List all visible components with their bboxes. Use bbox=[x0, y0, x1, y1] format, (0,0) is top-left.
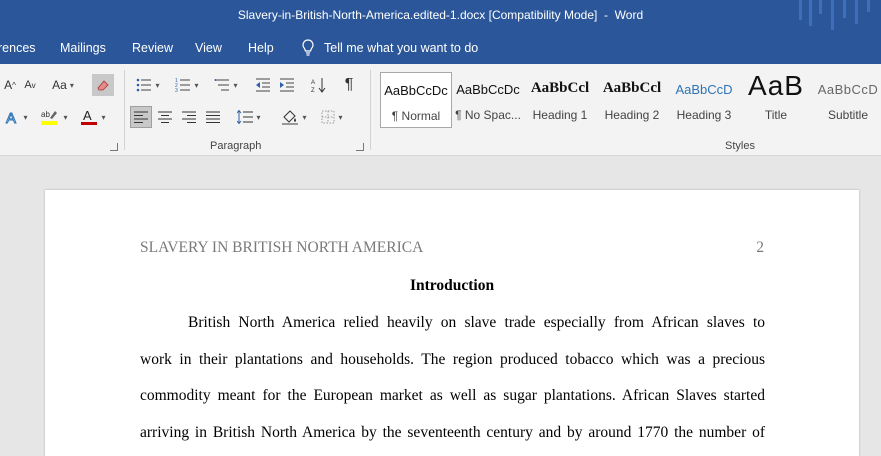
align-left-icon bbox=[134, 111, 148, 123]
page-number: 2 bbox=[756, 239, 764, 256]
decrease-indent-icon bbox=[256, 78, 270, 92]
borders-button[interactable]: ▾ bbox=[316, 106, 348, 128]
increase-indent-button[interactable] bbox=[276, 74, 298, 96]
tab-help[interactable]: Help bbox=[248, 41, 274, 55]
group-separator bbox=[124, 70, 125, 150]
paragraph-dialog-launcher[interactable] bbox=[356, 143, 364, 151]
multilevel-list-icon bbox=[214, 79, 230, 91]
title-bar: Slavery-in-British-North-America.edited-… bbox=[0, 0, 881, 32]
line-spacing-icon bbox=[237, 110, 254, 124]
lightbulb-icon bbox=[302, 39, 314, 57]
style-heading-3[interactable]: AaBbCcD Heading 3 bbox=[668, 72, 740, 128]
decrease-indent-button[interactable] bbox=[252, 74, 274, 96]
svg-text:3: 3 bbox=[175, 88, 178, 92]
tell-me-search[interactable]: Tell me what you want to do bbox=[302, 39, 478, 57]
sort-button[interactable]: AZ bbox=[308, 74, 330, 96]
shading-button[interactable]: ▾ bbox=[278, 106, 310, 128]
tab-view[interactable]: View bbox=[195, 41, 222, 55]
group-separator bbox=[370, 70, 371, 150]
text-effects-button[interactable]: A ▾ bbox=[0, 106, 32, 128]
numbering-button[interactable]: 1 2 3 ▾ bbox=[170, 74, 204, 96]
bullet-list-icon bbox=[137, 78, 152, 92]
align-center-button[interactable] bbox=[154, 106, 176, 128]
style-title[interactable]: AaB Title bbox=[740, 70, 812, 128]
pilcrow-icon: ¶ bbox=[344, 76, 354, 93]
window-title: Slavery-in-British-North-America.edited-… bbox=[237, 8, 644, 22]
body-text-line: commodity meant for the European market … bbox=[140, 387, 765, 404]
line-spacing-button[interactable]: ▾ bbox=[232, 106, 266, 128]
grow-font-button[interactable]: A ^ bbox=[0, 74, 20, 96]
show-formatting-marks-button[interactable]: ¶ bbox=[338, 74, 360, 96]
style-subtitle[interactable]: AaBbCcD Subtitle bbox=[812, 72, 881, 128]
style-heading-2[interactable]: AaBbCcl Heading 2 bbox=[596, 72, 668, 128]
bullets-button[interactable]: ▾ bbox=[132, 74, 164, 96]
tab-references[interactable]: rences bbox=[0, 41, 36, 55]
style-heading-1[interactable]: AaBbCcl Heading 1 bbox=[524, 72, 596, 128]
tell-me-text: Tell me what you want to do bbox=[324, 41, 479, 55]
font-color-button[interactable]: A ▾ bbox=[76, 106, 110, 128]
increase-indent-icon bbox=[280, 78, 294, 92]
font-color-icon: A bbox=[81, 108, 98, 125]
ribbon-tabs: rences Mailings Review View Help Tell me… bbox=[0, 32, 881, 64]
justify-icon bbox=[206, 111, 220, 123]
borders-icon bbox=[321, 110, 335, 124]
section-heading: Introduction bbox=[409, 277, 495, 294]
svg-text:A: A bbox=[6, 110, 16, 125]
tab-review[interactable]: Review bbox=[132, 41, 173, 55]
title-bar-pattern bbox=[791, 0, 881, 32]
numbered-list-icon: 123 bbox=[175, 78, 191, 92]
sort-icon: AZ bbox=[311, 78, 326, 93]
multilevel-list-button[interactable]: ▾ bbox=[210, 74, 242, 96]
font-dialog-launcher[interactable] bbox=[110, 143, 118, 151]
highlighter-icon: ab bbox=[41, 110, 58, 125]
svg-text:ab: ab bbox=[41, 110, 50, 119]
paragraph-group-label: Paragraph bbox=[210, 140, 262, 152]
align-right-button[interactable] bbox=[178, 106, 200, 128]
style-no-spacing[interactable]: AaBbCcDc ¶ No Spac... bbox=[452, 72, 524, 128]
clear-formatting-button[interactable] bbox=[92, 74, 114, 96]
body-text-line: work in their plantations and households… bbox=[140, 351, 765, 368]
align-left-button[interactable] bbox=[130, 106, 152, 128]
shrink-font-button[interactable]: Av bbox=[20, 74, 40, 96]
eraser-icon bbox=[97, 80, 109, 91]
svg-text:Z: Z bbox=[311, 88, 315, 93]
document-page[interactable]: SLAVERY IN BRITISH NORTH AMERICA 2 Intro… bbox=[45, 190, 859, 456]
text-effects-icon: A bbox=[6, 110, 17, 126]
paint-bucket-icon bbox=[282, 110, 299, 125]
style-normal[interactable]: AaBbCcDc ¶ Normal bbox=[380, 72, 452, 128]
svg-text:A: A bbox=[83, 108, 92, 123]
align-right-icon bbox=[182, 111, 196, 123]
justify-button[interactable] bbox=[202, 106, 224, 128]
styles-group-label: Styles bbox=[725, 140, 755, 152]
body-text-line: arriving in British North America by the… bbox=[140, 424, 765, 441]
running-head: SLAVERY IN BRITISH NORTH AMERICA bbox=[140, 239, 424, 256]
change-case-button[interactable]: Aa ▾ bbox=[48, 74, 78, 96]
tab-mailings[interactable]: Mailings bbox=[60, 41, 106, 55]
body-text-line: British North America relied heavily on … bbox=[188, 314, 765, 331]
highlight-color-button[interactable]: ab ▾ bbox=[36, 106, 72, 128]
align-center-icon bbox=[158, 111, 172, 123]
svg-text:A: A bbox=[311, 80, 315, 86]
